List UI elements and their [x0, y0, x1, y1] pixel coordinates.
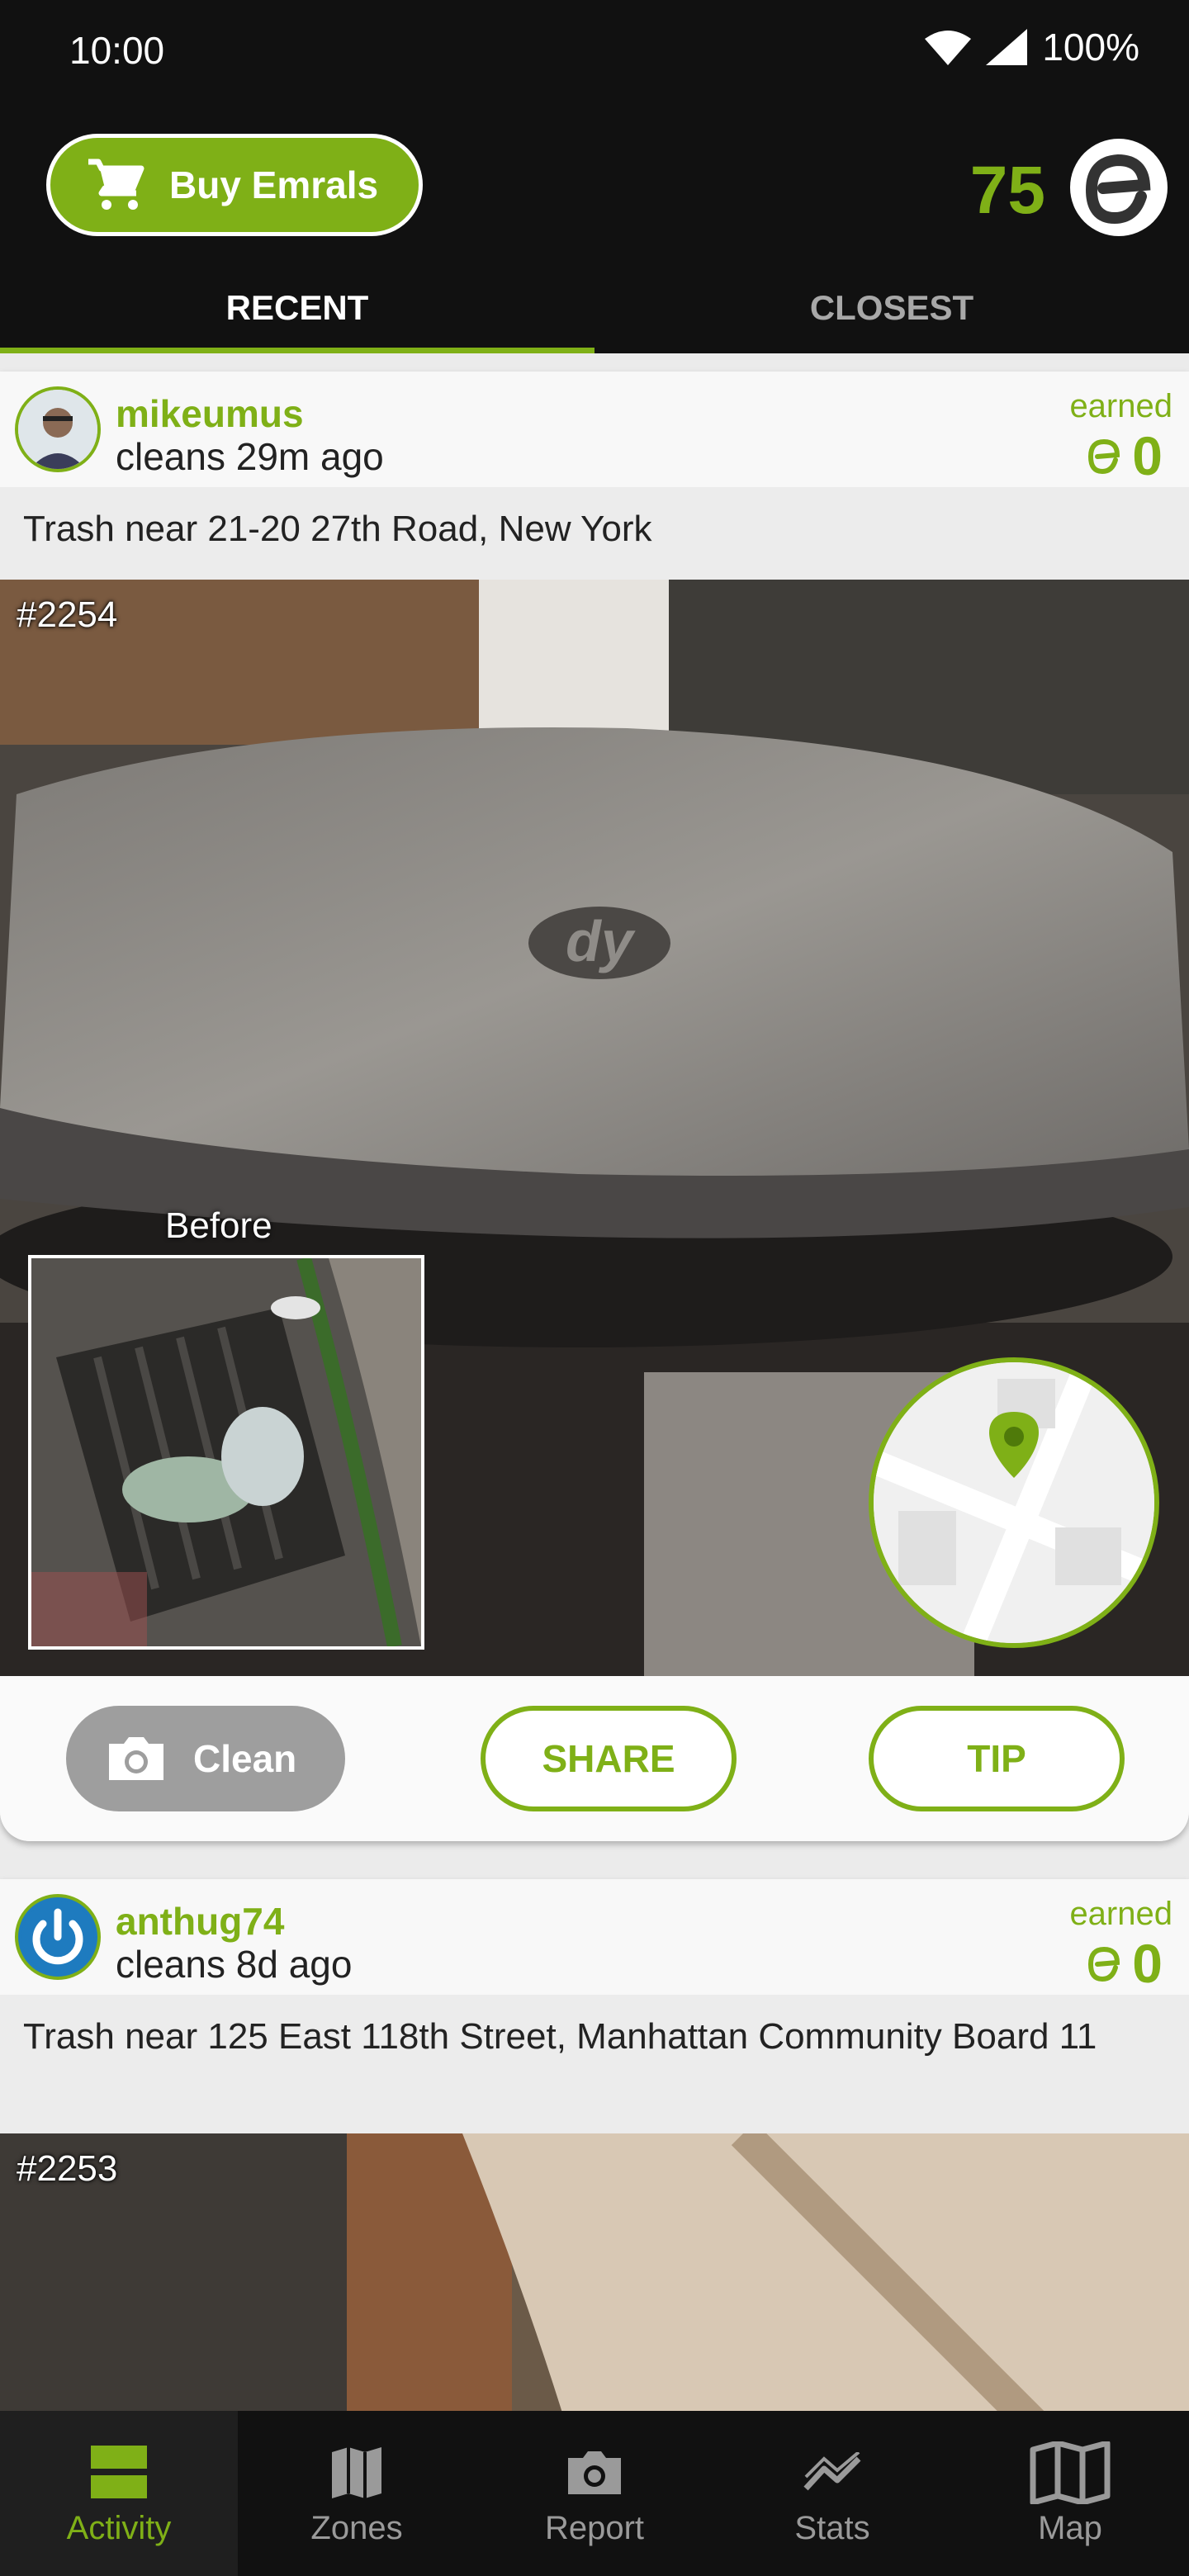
- cleanup-photo[interactable]: dy #2254 Before: [0, 580, 1189, 1676]
- activity-text: cleans 8d ago: [116, 1943, 353, 1986]
- status-right: 100%: [925, 25, 1139, 69]
- tab-recent[interactable]: RECENT: [0, 279, 594, 353]
- tip-button[interactable]: TIP: [869, 1706, 1125, 1811]
- before-photo[interactable]: [28, 1255, 424, 1650]
- username[interactable]: mikeumus: [116, 391, 304, 436]
- nav-report[interactable]: Report: [476, 2411, 713, 2576]
- report-number: #2254: [17, 594, 118, 635]
- earned-amount: 0: [1084, 424, 1163, 487]
- app-header: Buy Emrals 75 RECENT CLOSEST: [0, 106, 1189, 353]
- buy-emrals-button[interactable]: Buy Emrals: [46, 134, 423, 236]
- nav-activity[interactable]: Activity: [0, 2411, 238, 2576]
- map-icon: [1030, 2441, 1111, 2504]
- avatar[interactable]: [15, 1894, 101, 1980]
- avatar[interactable]: [15, 386, 101, 472]
- share-button[interactable]: SHARE: [481, 1706, 737, 1811]
- nav-map[interactable]: Map: [951, 2411, 1189, 2576]
- emral-icon: [1088, 1946, 1120, 1982]
- trash-photo: [0, 2133, 1189, 2411]
- activity-text: cleans 29m ago: [116, 435, 384, 478]
- camera-icon: [568, 2451, 621, 2494]
- nav-activity-label: Activity: [66, 2510, 172, 2546]
- stats-icon: [803, 2452, 861, 2491]
- nav-report-label: Report: [544, 2510, 645, 2546]
- report-number: #2253: [17, 2148, 118, 2189]
- svg-text:dy: dy: [566, 909, 636, 973]
- clean-button[interactable]: Clean: [66, 1706, 345, 1811]
- nav-zones-label: Zones: [310, 2510, 403, 2546]
- cleanup-photo[interactable]: #2253: [0, 2133, 1189, 2411]
- clean-label: Clean: [193, 1737, 297, 1780]
- emral-logo-icon: [1070, 139, 1168, 236]
- card-header: mikeumus cleans 29m ago earned 0: [0, 372, 1189, 487]
- zones-icon: [332, 2447, 381, 2498]
- signal-icon: [986, 29, 1028, 65]
- earned-value: 0: [1132, 425, 1163, 486]
- location-text: Trash near 125 East 118th Street, Manhat…: [0, 1995, 1189, 2133]
- activity-icon: [91, 2446, 147, 2498]
- feed-tabs: RECENT CLOSEST: [0, 279, 1189, 353]
- battery-level: 100%: [1042, 26, 1139, 69]
- card-actions: Clean SHARE TIP: [0, 1676, 1189, 1841]
- emral-icon: [1088, 438, 1120, 475]
- camera-icon: [109, 1737, 163, 1780]
- emral-balance: 75: [969, 153, 1045, 228]
- nav-zones[interactable]: Zones: [238, 2411, 476, 2576]
- nav-stats-label: Stats: [794, 2510, 870, 2546]
- buy-emrals-label: Buy Emrals: [169, 163, 379, 206]
- earned-value: 0: [1132, 1933, 1163, 1994]
- earned-label: earned: [1069, 388, 1172, 424]
- wifi-icon: [925, 31, 972, 65]
- nav-map-label: Map: [1038, 2510, 1102, 2546]
- earned-label: earned: [1069, 1896, 1172, 1932]
- username[interactable]: anthug74: [116, 1899, 284, 1944]
- feed-card: mikeumus cleans 29m ago earned 0 Trash n…: [0, 372, 1189, 1841]
- earned-amount: 0: [1084, 1932, 1163, 1995]
- nav-stats[interactable]: Stats: [713, 2411, 951, 2576]
- bottom-nav: Activity Zones Report Stats Map: [0, 2411, 1189, 2576]
- tab-closest[interactable]: CLOSEST: [594, 279, 1189, 353]
- location-text: Trash near 21-20 27th Road, New York: [0, 487, 1189, 580]
- before-label: Before: [165, 1205, 272, 1246]
- status-bar: 10:00 100%: [0, 0, 1189, 106]
- status-time: 10:00: [69, 29, 165, 72]
- location-map[interactable]: [869, 1357, 1159, 1648]
- feed-card: anthug74 cleans 8d ago earned 0 Trash ne…: [0, 1879, 1189, 2411]
- card-header: anthug74 cleans 8d ago earned 0: [0, 1879, 1189, 1995]
- cart-icon: [88, 159, 144, 210]
- activity-feed[interactable]: mikeumus cleans 29m ago earned 0 Trash n…: [0, 353, 1189, 2411]
